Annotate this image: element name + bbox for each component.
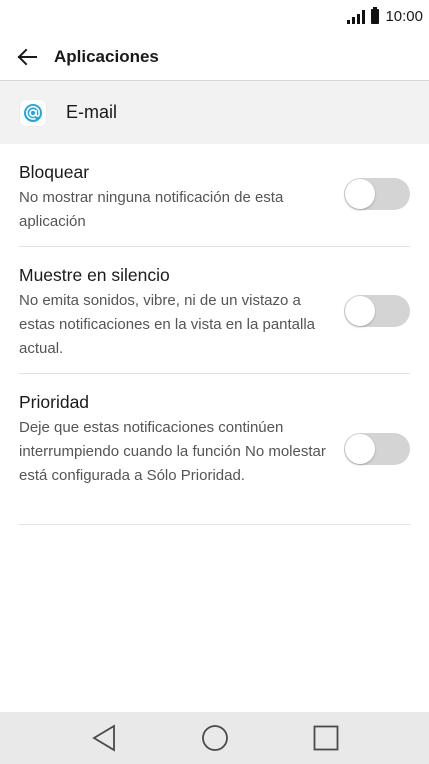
email-at-icon <box>20 99 46 126</box>
app-name: E-mail <box>66 102 118 122</box>
setting-description: No mostrar ninguna notificación de esta … <box>19 189 284 230</box>
navigation-bar <box>0 712 429 764</box>
signal-icon <box>347 9 366 24</box>
recents-square-icon[interactable] <box>308 720 344 756</box>
setting-row-prioridad: Prioridad Deje que estas notificaciones … <box>19 374 410 525</box>
battery-icon <box>371 7 380 24</box>
back-arrow-icon[interactable] <box>17 47 37 67</box>
app-header-row: E-mail <box>0 81 429 144</box>
app-bar: Aplicaciones <box>0 33 429 81</box>
toggle-knob <box>345 179 375 209</box>
setting-title: Muestre en silencio <box>19 265 170 285</box>
page-title: Aplicaciones <box>54 46 159 66</box>
setting-description: No emita sonidos, vibre, ni de un vistaz… <box>19 292 316 357</box>
back-triangle-icon[interactable] <box>86 720 122 756</box>
status-bar: 10:00 <box>0 0 429 33</box>
setting-row-muestre-en-silencio: Muestre en silencio No emita sonidos, vi… <box>19 247 410 374</box>
setting-text: Muestre en silencio No emita sonidos, vi… <box>19 265 344 361</box>
toggle-knob <box>345 296 375 326</box>
status-time: 10:00 <box>385 8 423 25</box>
setting-text: Prioridad Deje que estas notificaciones … <box>19 392 344 488</box>
settings-list: Bloquear No mostrar ninguna notificación… <box>0 144 429 525</box>
setting-title: Bloquear <box>19 162 90 182</box>
setting-text: Bloquear No mostrar ninguna notificación… <box>19 162 344 234</box>
setting-row-bloquear: Bloquear No mostrar ninguna notificación… <box>19 144 410 247</box>
muestre-en-silencio-toggle[interactable] <box>344 295 410 327</box>
setting-title: Prioridad <box>19 392 90 412</box>
prioridad-toggle[interactable] <box>344 433 410 465</box>
toggle-knob <box>345 434 375 464</box>
status-icons: 10:00 <box>347 7 423 25</box>
bloquear-toggle[interactable] <box>344 178 410 210</box>
setting-description: Deje que estas notificaciones continúen … <box>19 419 326 484</box>
home-circle-icon[interactable] <box>197 720 233 756</box>
